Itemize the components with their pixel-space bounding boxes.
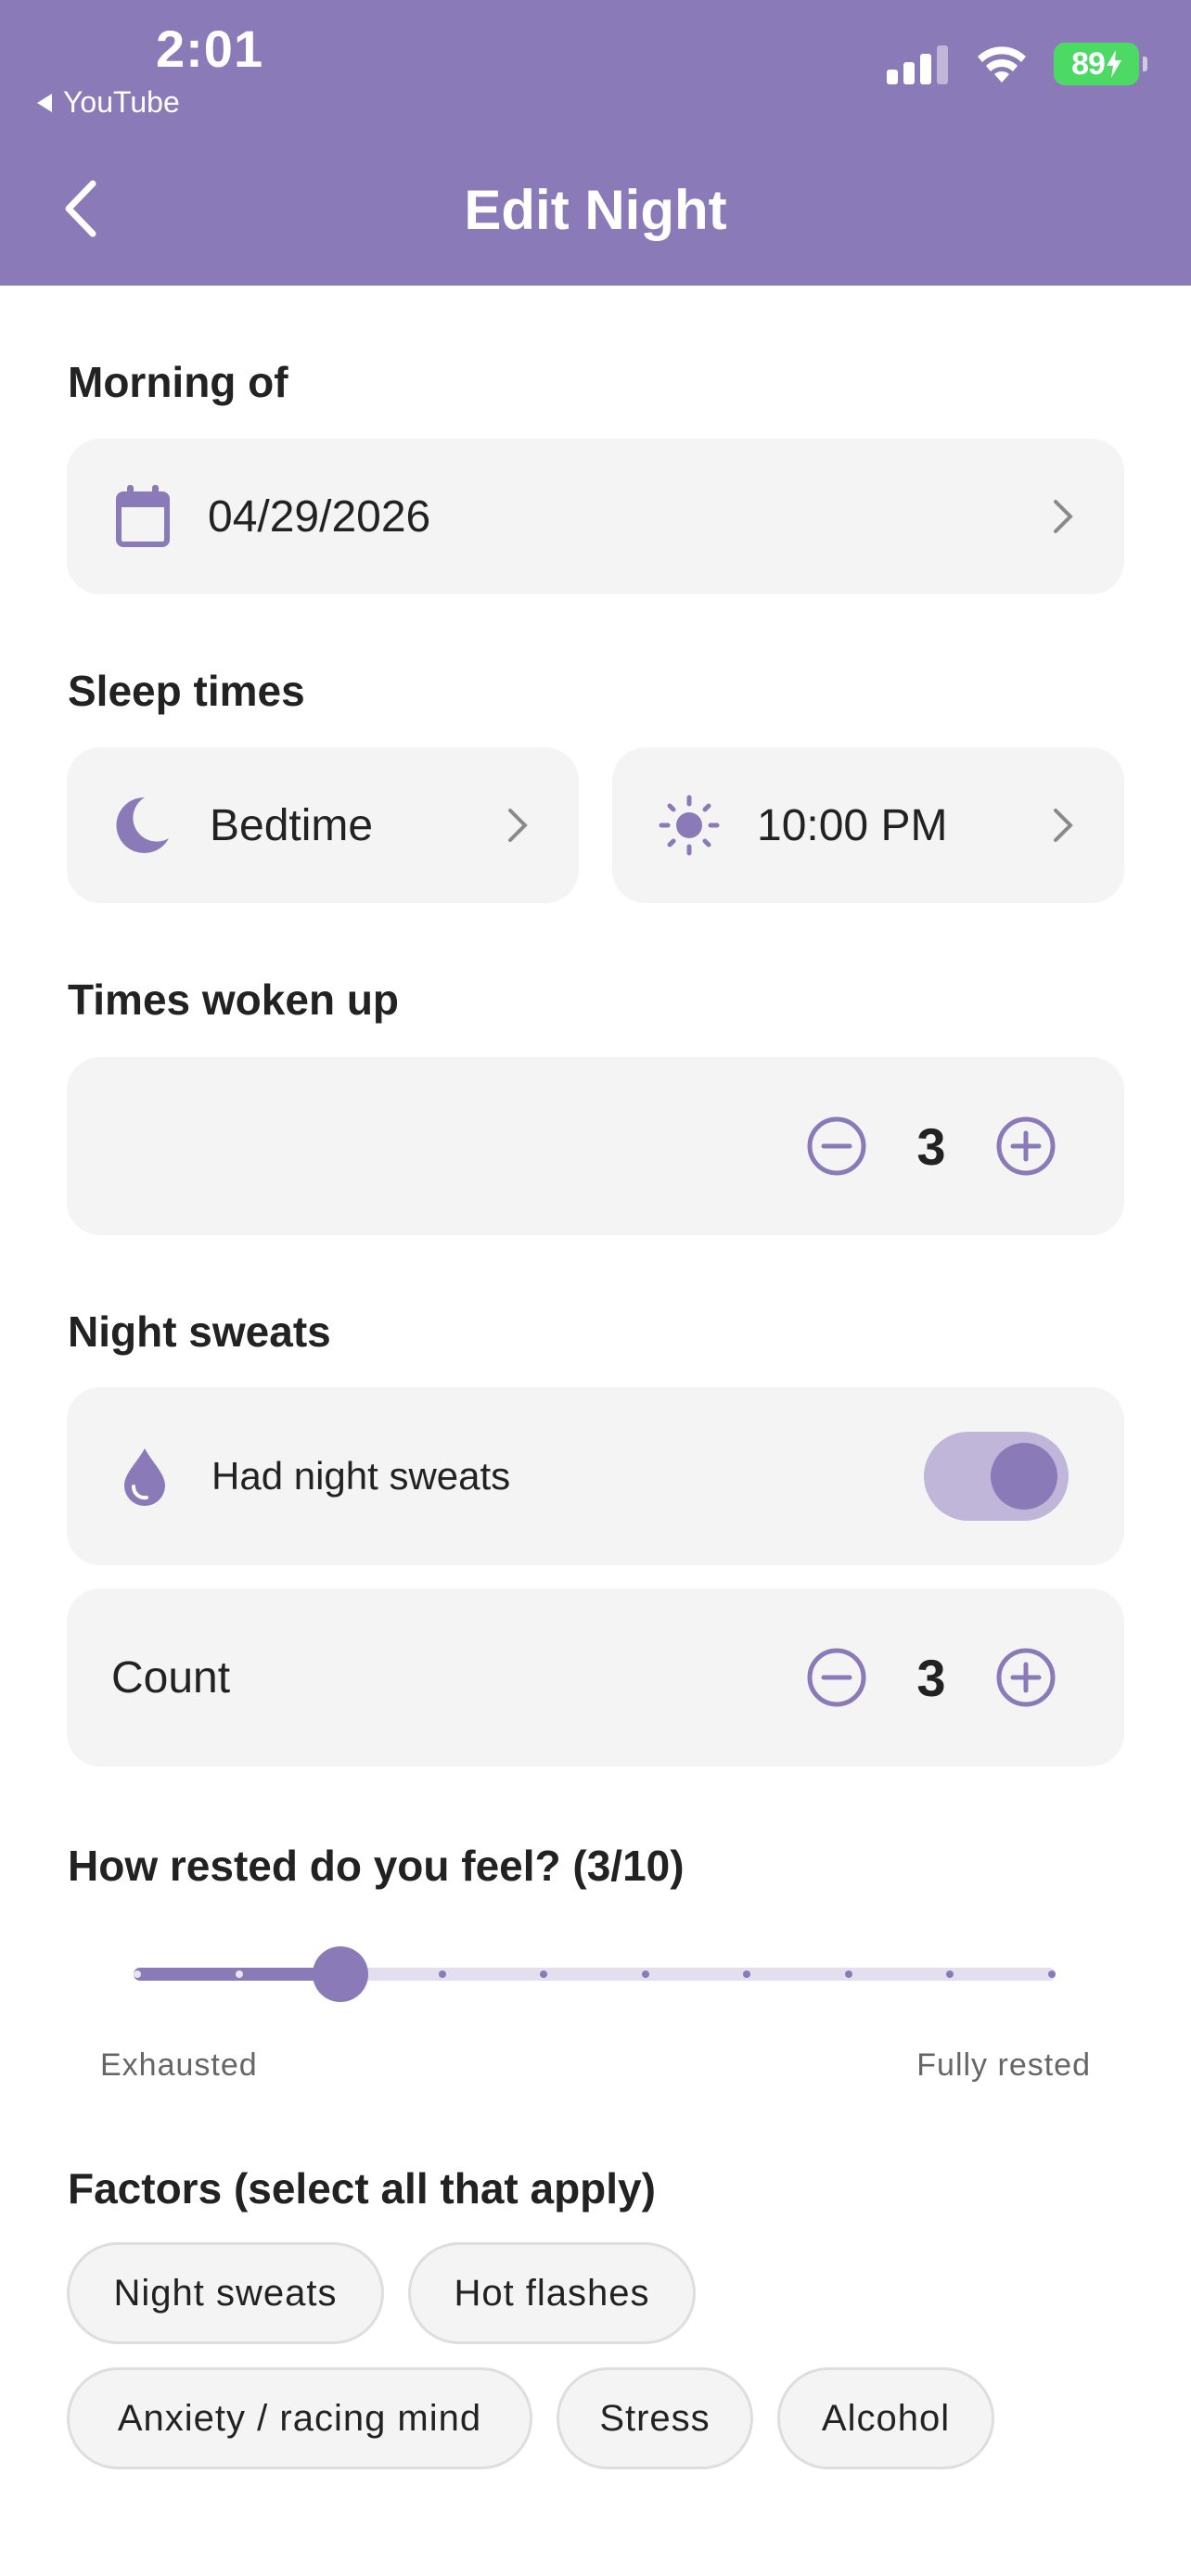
- night-sweats-toggle-label: Had night sweats: [211, 1454, 511, 1498]
- rested-label: How rested do you feel? (3/10): [68, 1842, 685, 1890]
- decrement-button[interactable]: [803, 1113, 870, 1180]
- bedtime-picker[interactable]: Bedtime: [67, 747, 579, 903]
- charging-bolt-icon: [1106, 50, 1121, 78]
- times-woken-stepper: 3: [803, 1113, 1059, 1180]
- count-stepper: 3: [803, 1644, 1059, 1711]
- times-woken-card: 3: [67, 1057, 1124, 1235]
- slider-tick: [235, 1970, 243, 1978]
- chip-stress[interactable]: Stress: [557, 2367, 753, 2469]
- back-to-app-link[interactable]: YouTube: [35, 85, 180, 120]
- night-sweats-toggle-row[interactable]: Had night sweats: [67, 1387, 1124, 1565]
- count-label: Count: [111, 1652, 231, 1702]
- wake-time-picker[interactable]: 10:00 PM: [612, 747, 1124, 903]
- moon-icon: [116, 797, 169, 853]
- slider-tick: [438, 1970, 446, 1978]
- app-header: 2:01 YouTube 89 Edit Night: [0, 0, 1191, 286]
- sun-icon: [659, 795, 720, 856]
- night-sweats-count-card: Count 3: [67, 1588, 1124, 1766]
- chip-anxiety[interactable]: Anxiety / racing mind: [67, 2367, 532, 2469]
- wake-time-value: 10:00 PM: [757, 800, 948, 850]
- sleep-times-label: Sleep times: [68, 667, 305, 715]
- bedtime-value: Bedtime: [210, 800, 374, 850]
- count-value: 3: [916, 1648, 946, 1707]
- factors-label: Factors (select all that apply): [68, 2164, 656, 2213]
- times-woken-value: 3: [916, 1116, 946, 1176]
- morning-of-label: Morning of: [68, 358, 288, 406]
- times-woken-label: Times woken up: [68, 976, 400, 1024]
- slider-tick: [844, 1970, 852, 1978]
- back-triangle-icon: [37, 93, 52, 112]
- chip-hot-flashes[interactable]: Hot flashes: [408, 2242, 696, 2344]
- slider-tick: [641, 1970, 649, 1978]
- status-time: 2:01: [156, 19, 264, 78]
- wifi-icon: [978, 46, 1026, 83]
- battery-level: 89: [1071, 45, 1106, 82]
- night-sweats-toggle[interactable]: [924, 1432, 1069, 1521]
- signal-icon: [887, 45, 948, 84]
- status-icons: 89: [887, 43, 1147, 85]
- battery-icon: 89: [1054, 43, 1147, 85]
- date-value: 04/29/2026: [208, 491, 431, 542]
- droplet-icon: [124, 1448, 165, 1506]
- calendar-icon: [116, 485, 170, 547]
- rested-slider-thumb[interactable]: [313, 1946, 369, 2002]
- chevron-right-icon: [1054, 500, 1073, 533]
- slider-max-label: Fully rested: [916, 2047, 1091, 2083]
- date-picker-field[interactable]: 04/29/2026: [67, 439, 1124, 594]
- chevron-right-icon: [1054, 809, 1073, 842]
- slider-min-label: Exhausted: [100, 2047, 258, 2083]
- back-app-label: YouTube: [63, 85, 180, 119]
- page-title: Edit Night: [464, 179, 727, 241]
- decrement-button[interactable]: [803, 1644, 870, 1711]
- chip-alcohol[interactable]: Alcohol: [777, 2367, 994, 2469]
- chevron-right-icon: [508, 809, 528, 842]
- slider-tick: [1048, 1970, 1056, 1978]
- slider-tick: [134, 1970, 141, 1978]
- increment-button[interactable]: [992, 1644, 1059, 1711]
- toggle-knob: [991, 1443, 1057, 1510]
- increment-button[interactable]: [992, 1113, 1059, 1180]
- night-sweats-label: Night sweats: [68, 1307, 331, 1356]
- chip-night-sweats[interactable]: Night sweats: [67, 2242, 384, 2344]
